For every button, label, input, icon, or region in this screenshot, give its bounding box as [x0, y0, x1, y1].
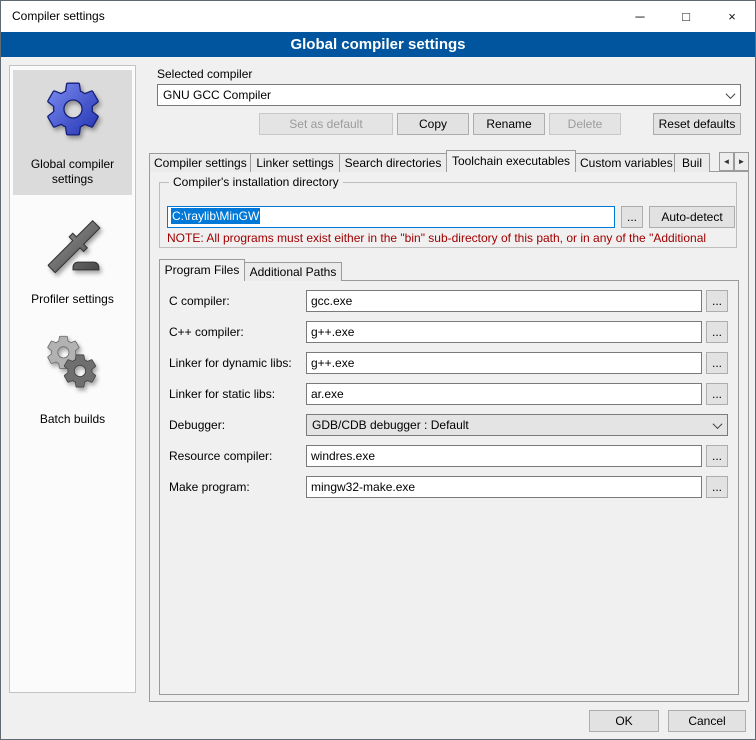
settings-category-sidebar: Global compiler settings Profiler settin… [9, 65, 136, 693]
chevron-down-icon [721, 85, 740, 105]
compiler-select-value: GNU GCC Compiler [163, 88, 271, 102]
tab-scroll-right-icon[interactable]: ► [734, 152, 749, 171]
resource-compiler-label: Resource compiler: [169, 449, 272, 463]
cancel-button[interactable]: Cancel [668, 710, 746, 732]
auto-detect-button[interactable]: Auto-detect [649, 206, 735, 228]
window-title: Compiler settings [12, 9, 105, 23]
tab-compiler-settings[interactable]: Compiler settings [149, 153, 251, 172]
sidebar-item-label: Batch builds [15, 412, 130, 427]
sidebar-item-global-compiler-settings[interactable]: Global compiler settings [13, 70, 132, 195]
compiler-settings-window: Compiler settings ─ □ × Global compiler … [0, 0, 756, 740]
titlebar: Compiler settings ─ □ × [1, 1, 755, 32]
window-controls: ─ □ × [617, 1, 755, 32]
debugger-label: Debugger: [169, 418, 225, 432]
set-as-default-button: Set as default [259, 113, 393, 135]
selected-text: C:\raylib\MinGW [171, 208, 260, 224]
blue-gear-icon [42, 78, 104, 140]
installation-directory-group-title: Compiler's installation directory [169, 175, 343, 189]
cpp-compiler-label: C++ compiler: [169, 325, 244, 339]
page-title: Global compiler settings [1, 32, 755, 57]
close-button[interactable]: × [709, 1, 755, 32]
tab-search-directories[interactable]: Search directories [339, 153, 447, 172]
browse-resource-compiler-button[interactable]: ... [706, 445, 728, 467]
static-linker-label: Linker for static libs: [169, 387, 275, 401]
make-program-label: Make program: [169, 480, 250, 494]
make-program-input[interactable] [306, 476, 702, 498]
resource-compiler-input[interactable] [306, 445, 702, 467]
programs-note: NOTE: All programs must exist either in … [167, 231, 735, 245]
browse-c-compiler-button[interactable]: ... [706, 290, 728, 312]
gray-gears-icon [42, 333, 104, 395]
browse-installation-directory-button[interactable]: ... [621, 206, 643, 228]
c-compiler-label: C compiler: [169, 294, 230, 308]
chevron-down-icon [708, 415, 727, 435]
delete-button: Delete [549, 113, 621, 135]
debugger-select[interactable]: GDB/CDB debugger : Default [306, 414, 728, 436]
sidebar-item-label: Global compiler settings [15, 157, 130, 187]
sub-tab-strip: Program Files Additional Paths [159, 259, 341, 281]
compiler-select[interactable]: GNU GCC Compiler [157, 84, 741, 106]
static-linker-input[interactable] [306, 383, 702, 405]
tab-additional-paths[interactable]: Additional Paths [244, 262, 342, 281]
browse-dynamic-linker-button[interactable]: ... [706, 352, 728, 374]
tab-custom-variables[interactable]: Custom variables [575, 153, 675, 172]
tab-program-files[interactable]: Program Files [159, 259, 245, 281]
browse-make-program-button[interactable]: ... [706, 476, 728, 498]
dynamic-linker-input[interactable] [306, 352, 702, 374]
installation-directory-input[interactable]: C:\raylib\MinGW [167, 206, 615, 228]
c-compiler-input[interactable] [306, 290, 702, 312]
browse-static-linker-button[interactable]: ... [706, 383, 728, 405]
sidebar-item-batch-builds[interactable]: Batch builds [13, 325, 132, 435]
reset-defaults-button[interactable]: Reset defaults [653, 113, 741, 135]
tab-toolchain-executables[interactable]: Toolchain executables [446, 150, 576, 172]
tab-scroll-left-icon[interactable]: ◄ [719, 152, 734, 171]
copy-button[interactable]: Copy [397, 113, 469, 135]
minimize-button[interactable]: ─ [617, 1, 663, 32]
tab-build-truncated[interactable]: Buil [674, 153, 710, 172]
cpp-compiler-input[interactable] [306, 321, 702, 343]
main-tab-strip: Compiler settings Linker settings Search… [149, 150, 709, 172]
sidebar-item-label: Profiler settings [15, 292, 130, 307]
rename-button[interactable]: Rename [473, 113, 545, 135]
ok-button[interactable]: OK [589, 710, 659, 732]
profiler-hammer-icon [42, 213, 104, 275]
selected-compiler-label: Selected compiler [157, 67, 252, 81]
maximize-button[interactable]: □ [663, 1, 709, 32]
browse-cpp-compiler-button[interactable]: ... [706, 321, 728, 343]
dynamic-linker-label: Linker for dynamic libs: [169, 356, 292, 370]
sidebar-item-profiler-settings[interactable]: Profiler settings [13, 205, 132, 315]
tab-linker-settings[interactable]: Linker settings [250, 153, 340, 172]
debugger-select-value: GDB/CDB debugger : Default [312, 418, 469, 432]
